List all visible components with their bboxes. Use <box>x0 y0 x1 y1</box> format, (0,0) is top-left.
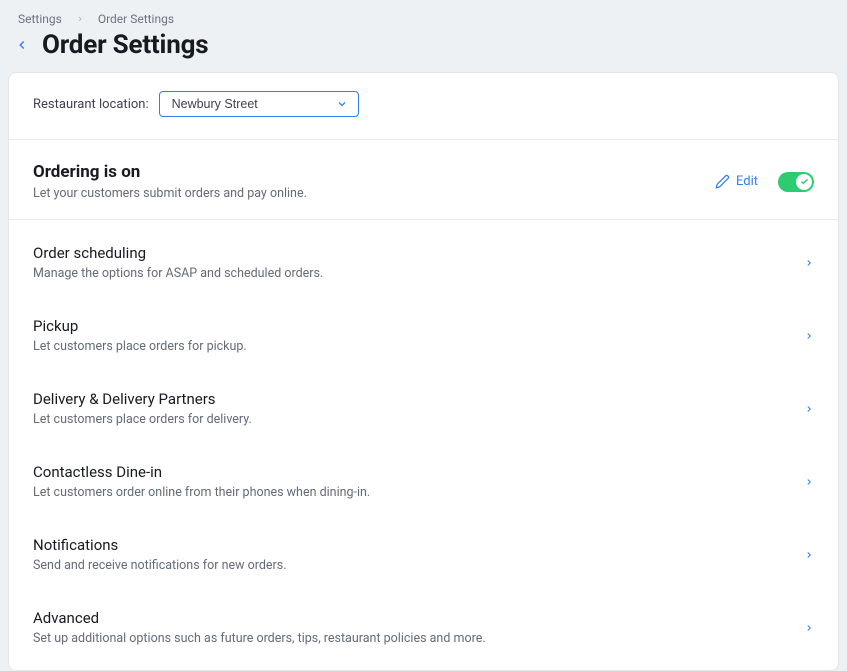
section-contactless-dinein[interactable]: Contactless Dine-in Let customers order … <box>9 445 838 518</box>
chevron-right-icon <box>804 326 814 345</box>
location-bar: Restaurant location: Newbury Street <box>9 73 838 140</box>
section-subtitle: Send and receive notifications for new o… <box>33 558 804 573</box>
chevron-down-icon <box>336 98 348 110</box>
check-icon <box>800 177 809 186</box>
edit-label: Edit <box>736 174 758 189</box>
chevron-left-icon <box>15 38 29 52</box>
chevron-right-icon <box>804 472 814 491</box>
section-delivery[interactable]: Delivery & Delivery Partners Let custome… <box>9 372 838 445</box>
back-button[interactable] <box>12 35 32 55</box>
chevron-right-icon <box>76 15 84 23</box>
breadcrumb: Settings Order Settings <box>4 0 843 30</box>
location-label: Restaurant location: <box>33 97 149 112</box>
section-title: Delivery & Delivery Partners <box>33 390 804 408</box>
section-title: Notifications <box>33 536 804 554</box>
section-subtitle: Manage the options for ASAP and schedule… <box>33 266 804 281</box>
section-subtitle: Let customers place orders for delivery. <box>33 412 804 427</box>
section-advanced[interactable]: Advanced Set up additional options such … <box>9 591 838 664</box>
section-subtitle: Set up additional options such as future… <box>33 631 804 646</box>
section-title: Pickup <box>33 317 804 335</box>
breadcrumb-current: Order Settings <box>98 12 174 26</box>
pencil-icon <box>715 174 730 189</box>
section-title: Contactless Dine-in <box>33 463 804 481</box>
section-subtitle: Let customers place orders for pickup. <box>33 339 804 354</box>
settings-card: Restaurant location: Newbury Street Orde… <box>8 72 839 671</box>
ordering-toggle[interactable] <box>778 172 814 192</box>
chevron-right-icon <box>804 253 814 272</box>
ordering-status-row: Ordering is on Let your customers submit… <box>9 140 838 220</box>
edit-button[interactable]: Edit <box>715 174 758 189</box>
section-title: Order scheduling <box>33 244 804 262</box>
section-notifications[interactable]: Notifications Send and receive notificat… <box>9 518 838 591</box>
section-title: Advanced <box>33 609 804 627</box>
section-subtitle: Let customers order online from their ph… <box>33 485 804 500</box>
breadcrumb-root[interactable]: Settings <box>18 12 62 26</box>
ordering-status-title: Ordering is on <box>33 162 715 182</box>
ordering-status-subtitle: Let your customers submit orders and pay… <box>33 186 715 201</box>
page-title: Order Settings <box>42 30 208 60</box>
location-select[interactable]: Newbury Street <box>159 91 359 117</box>
chevron-right-icon <box>804 618 814 637</box>
location-selected-value: Newbury Street <box>172 97 258 111</box>
chevron-right-icon <box>804 545 814 564</box>
section-order-scheduling[interactable]: Order scheduling Manage the options for … <box>9 226 838 299</box>
toggle-knob <box>796 174 812 190</box>
section-pickup[interactable]: Pickup Let customers place orders for pi… <box>9 299 838 372</box>
chevron-right-icon <box>804 399 814 418</box>
